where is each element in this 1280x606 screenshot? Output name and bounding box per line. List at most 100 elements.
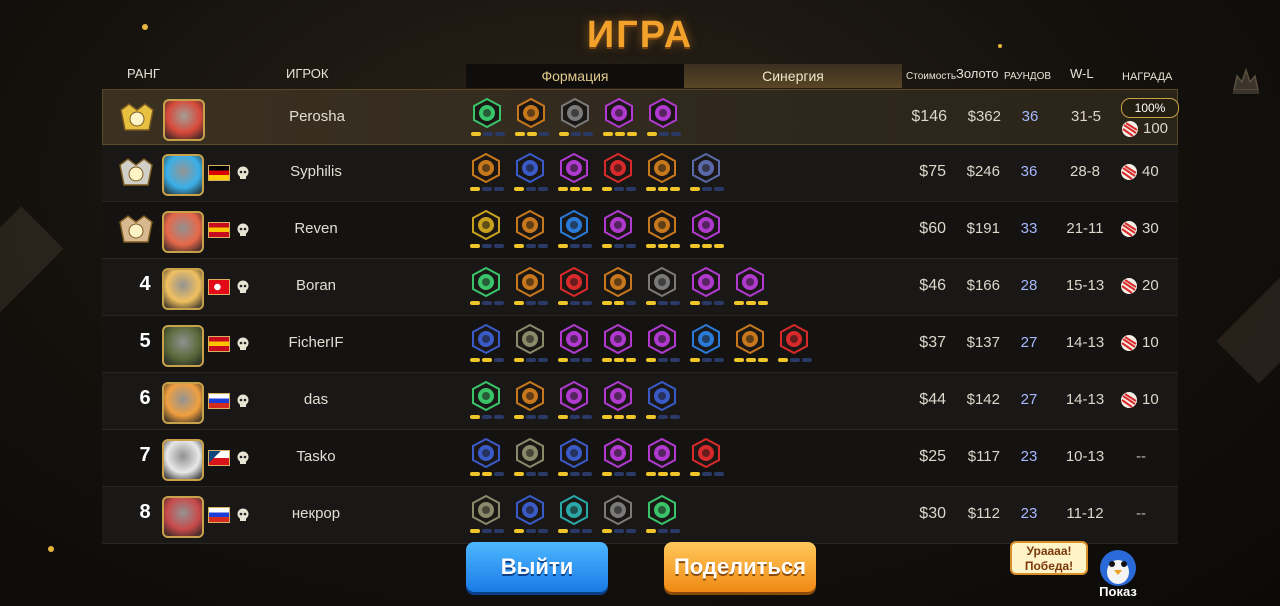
synergy-icon[interactable] [603,98,637,140]
synergy-icon[interactable] [646,324,680,366]
synergy-icon[interactable] [690,210,724,252]
synergy-icon[interactable] [602,381,636,423]
player-name[interactable]: Boran [252,277,380,294]
avatar[interactable] [162,211,204,253]
avatar[interactable] [162,268,204,310]
synergy-icon[interactable] [647,98,681,140]
reward-value: 100 [1143,120,1169,137]
synergy-icon[interactable] [470,267,504,309]
synergy-level-bars [514,529,548,534]
synergy-level-segment [570,244,580,248]
synergy-icon[interactable] [558,438,592,480]
synergy-level-bars [646,301,680,306]
exit-button[interactable]: Выйти [466,542,608,592]
synergy-icon[interactable] [778,324,812,366]
table-row[interactable]: 7 Tasko $25 $117 23 10-13 -- [102,430,1178,487]
synergy-icon[interactable] [690,267,724,309]
avatar[interactable] [162,325,204,367]
synergy-icon[interactable] [558,210,592,252]
synergy-icon[interactable] [690,324,724,366]
synergy-level-bars [646,358,680,363]
synergy-icon[interactable] [602,210,636,252]
player-name[interactable]: Reven [252,220,380,237]
tab-synergy[interactable]: Синергия [684,64,902,88]
table-row[interactable]: 8 некрор $30 $112 23 11-12 -- [102,487,1178,544]
synergy-icon[interactable] [514,381,548,423]
synergy-icon[interactable] [470,210,504,252]
synergy-icon[interactable] [646,381,680,423]
avatar[interactable] [162,496,204,538]
synergy-icon[interactable] [690,153,724,195]
player-name[interactable]: Syphilis [252,163,380,180]
synergy-level-bars [602,244,636,249]
synergy-icon[interactable] [602,324,636,366]
synergy-icon[interactable] [734,267,768,309]
synergy-icon[interactable] [470,153,504,195]
table-row[interactable]: Reven $60 $191 33 21-11 30 [102,202,1178,259]
background-decoration [1216,256,1280,384]
synergy-level-segment [470,415,480,419]
synergy-icon[interactable] [471,98,505,140]
penguin-mascot-icon[interactable] [1092,542,1144,588]
synergy-hex-icon [560,267,588,297]
table-row[interactable]: 6 das $44 $142 27 14-13 10 [102,373,1178,430]
synergy-level-segment [482,244,492,248]
synergy-icon[interactable] [514,438,548,480]
synergy-icon[interactable] [559,98,593,140]
synergy-hex-icon [604,153,632,183]
avatar[interactable] [162,382,204,424]
rank-number: 4 [139,273,151,295]
synergy-icon[interactable] [602,495,636,537]
synergy-level-segment [714,301,724,305]
table-row[interactable]: Syphilis $75 $246 36 28-8 40 [102,145,1178,202]
synergy-hex-icon [604,210,632,240]
share-button[interactable]: Поделиться [664,542,816,592]
synergy-icon[interactable] [470,438,504,480]
synergy-icon[interactable] [690,438,724,480]
table-row[interactable]: 4 Boran $46 $166 28 15-13 20 [102,259,1178,316]
player-name[interactable]: некрор [252,505,380,522]
player-name[interactable]: FicherIF [252,334,380,351]
synergy-icon[interactable] [514,267,548,309]
player-name[interactable]: Tasko [252,448,380,465]
synergy-icon[interactable] [514,210,548,252]
avatar[interactable] [163,99,205,141]
synergy-icon[interactable] [602,153,636,195]
synergy-icon[interactable] [646,495,680,537]
synergy-icon[interactable] [470,324,504,366]
tab-formation[interactable]: Формация [466,64,684,88]
synergy-icon[interactable] [602,438,636,480]
synergy-icon[interactable] [470,381,504,423]
synergy-icon[interactable] [646,438,680,480]
win-loss-value: 14-13 [1065,391,1105,408]
synergy-level-segment [538,244,548,248]
skull-icon [237,166,249,179]
synergy-level-segment [494,301,504,305]
synergy-icon[interactable] [646,153,680,195]
show-button[interactable]: Показ [1094,584,1142,599]
synergy-icon[interactable] [558,267,592,309]
synergy-icon[interactable] [515,98,549,140]
synergy-icon[interactable] [734,324,768,366]
synergy-hex-icon [472,381,500,411]
synergy-icon[interactable] [558,381,592,423]
synergy-icon[interactable] [558,495,592,537]
synergy-icon[interactable] [558,324,592,366]
avatar[interactable] [162,439,204,481]
synergy-icon[interactable] [514,153,548,195]
synergy-icon[interactable] [646,267,680,309]
silver-medal-icon [119,158,153,186]
synergy-level-bars [647,132,681,137]
table-row[interactable]: 5 FicherIF $37 $137 27 14-13 10 [102,316,1178,373]
synergy-icon[interactable] [514,324,548,366]
player-name[interactable]: Perosha [253,108,381,125]
synergy-icon[interactable] [602,267,636,309]
synergy-icon[interactable] [514,495,548,537]
player-name[interactable]: das [252,391,380,408]
synergy-icon[interactable] [558,153,592,195]
synergy-icon[interactable] [470,495,504,537]
table-row[interactable]: Perosha $146 $362 36 31-5 100% 100 [102,89,1179,145]
synergy-icon[interactable] [646,210,680,252]
avatar[interactable] [162,154,204,196]
synergy-level-segment [614,358,624,362]
